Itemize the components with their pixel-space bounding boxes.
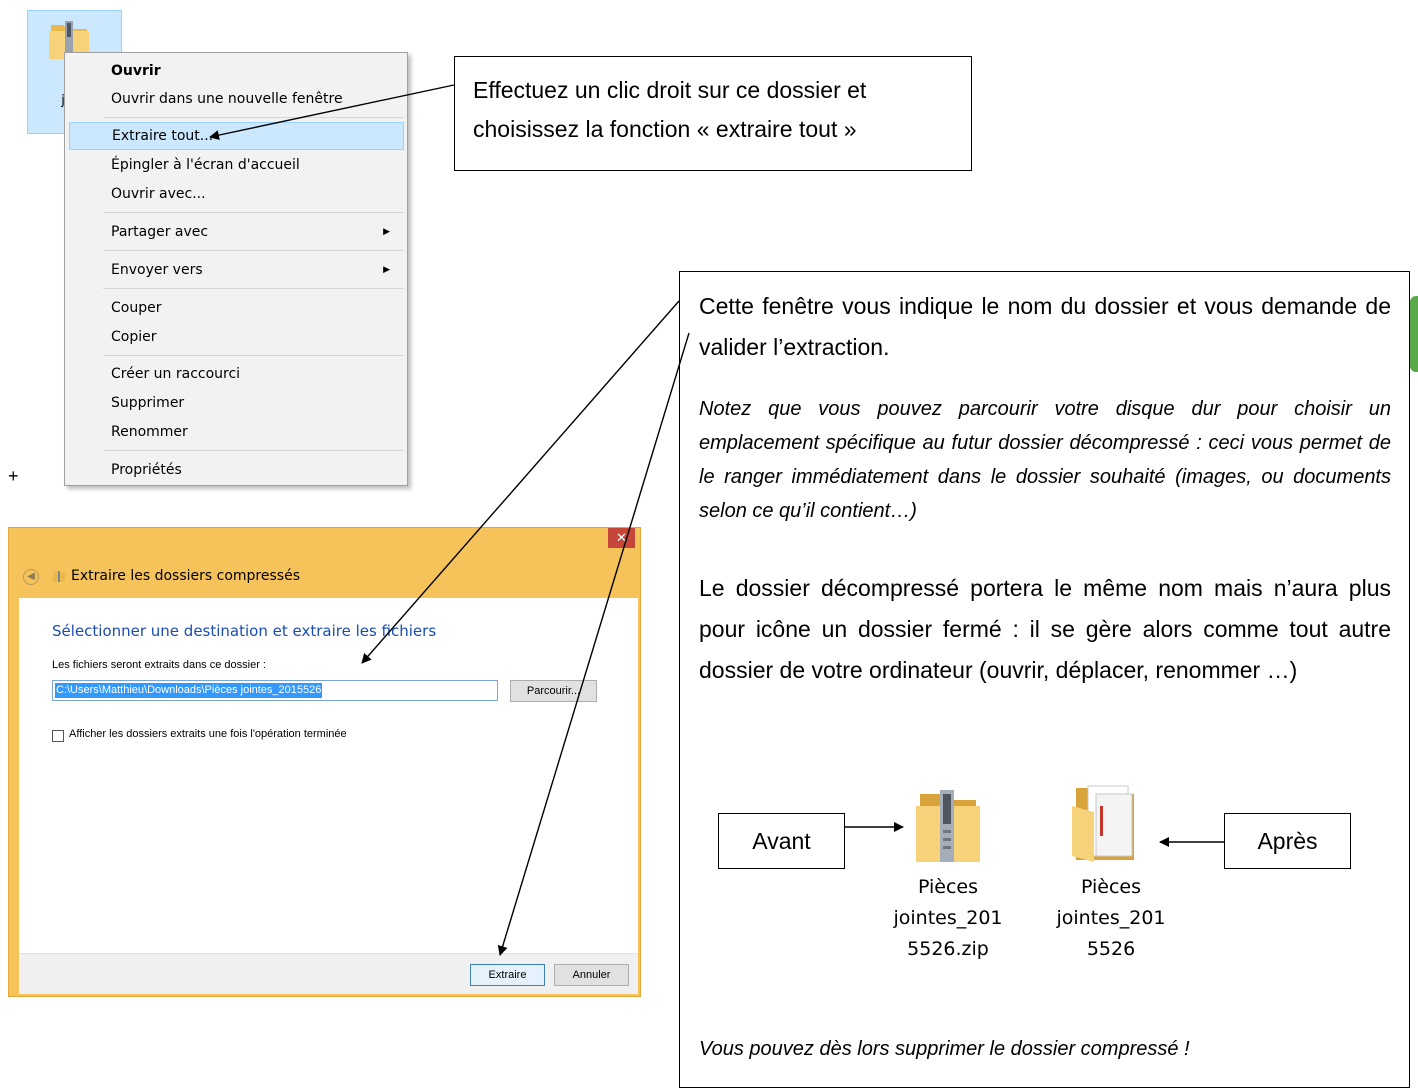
arrow-to-extract-button — [497, 332, 690, 956]
arrow-to-destination-field — [361, 300, 680, 664]
annotation-arrows — [209, 84, 1224, 956]
arrow-to-extract-all — [209, 84, 455, 141]
